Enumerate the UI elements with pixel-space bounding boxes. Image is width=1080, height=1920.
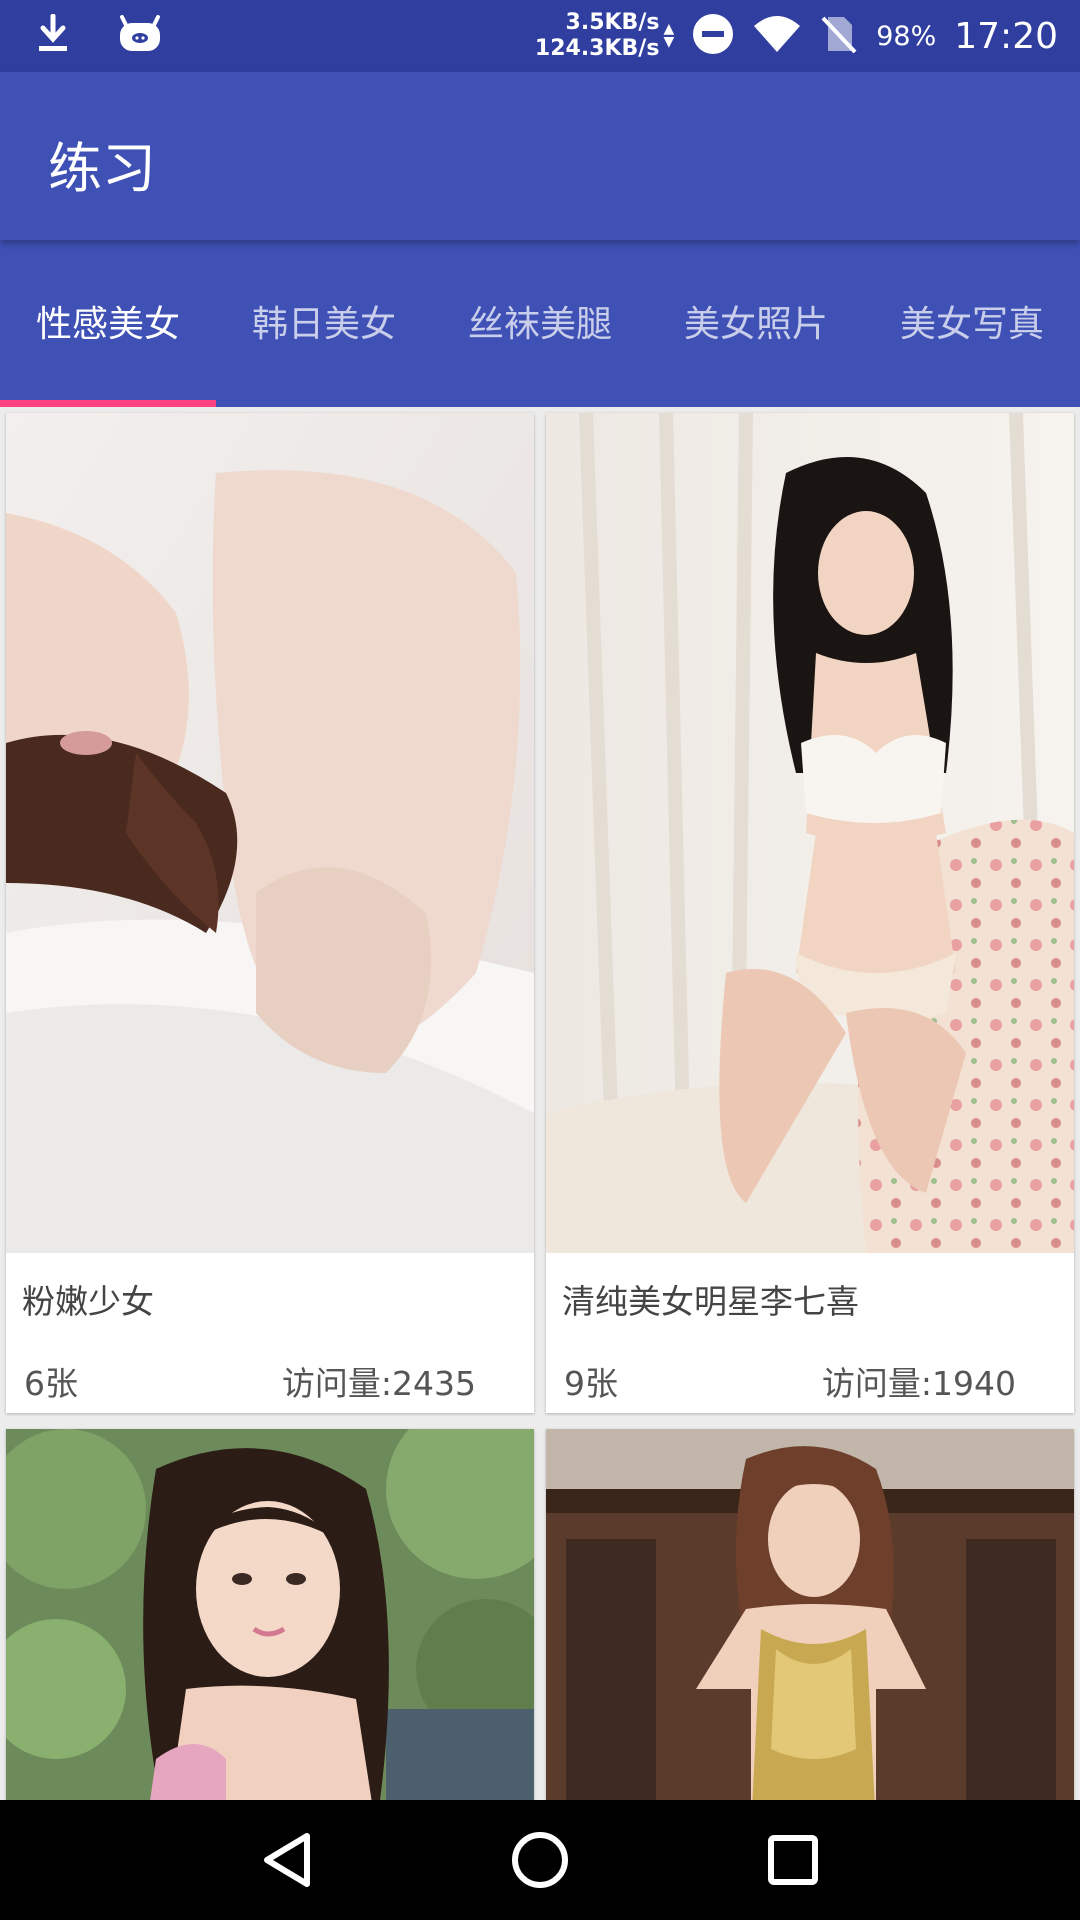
album-title: 粉嫩少女 [22, 1282, 154, 1321]
album-photo [546, 413, 1074, 1253]
notification-app-icon [118, 15, 162, 57]
net-down-text: 124.3KB/s [534, 36, 660, 61]
album-photo [546, 1429, 1074, 1800]
album-photo-count: 9张 [564, 1364, 618, 1403]
album-view-count: 访问量:2435 [281, 1364, 476, 1403]
no-sim-icon [820, 13, 858, 59]
tab-bar: 性感美女 韩日美女 丝袜美腿 美女照片 美女写真 [0, 240, 1080, 407]
album-card[interactable] [546, 1429, 1074, 1800]
home-icon[interactable] [500, 1820, 580, 1900]
album-photo-count: 6张 [24, 1364, 78, 1403]
album-photo [6, 1429, 534, 1800]
tab-portraits[interactable]: 美女写真 [864, 240, 1080, 402]
net-up-text: 3.5KB/s [565, 10, 660, 35]
status-bar: 3.5KB/s 124.3KB/s ▲ ▼ 98% 17:20 [0, 0, 1080, 72]
album-card[interactable]: 清纯美女明星李七喜 9张 访问量:1940 [546, 413, 1074, 1413]
status-right: 3.5KB/s 124.3KB/s ▲ ▼ 98% 17:20 [535, 0, 1058, 72]
album-photo [6, 413, 534, 1253]
status-left [36, 13, 162, 58]
album-view-count: 访问量:1940 [821, 1364, 1016, 1403]
app-title: 练习 [48, 137, 156, 200]
recents-icon[interactable] [753, 1820, 833, 1900]
back-icon[interactable] [247, 1820, 327, 1900]
tab-stockings[interactable]: 丝袜美腿 [432, 240, 648, 402]
network-speed: 3.5KB/s 124.3KB/s ▲ ▼ [535, 10, 674, 62]
dnd-icon [692, 13, 734, 59]
battery-percent: 98% [876, 20, 937, 52]
tab-sexy[interactable]: 性感美女 [0, 240, 216, 402]
tab-photos[interactable]: 美女照片 [648, 240, 864, 402]
tab-indicator [0, 400, 216, 407]
clock: 17:20 [954, 15, 1058, 57]
album-card[interactable] [6, 1429, 534, 1800]
net-arrows-icon: ▲ ▼ [663, 21, 675, 50]
app-bar: 练习 [0, 72, 1080, 240]
download-icon [36, 13, 70, 58]
album-card[interactable]: 粉嫩少女 6张 访问量:2435 [6, 413, 534, 1413]
wifi-icon [752, 14, 802, 58]
tab-korean-japanese[interactable]: 韩日美女 [216, 240, 432, 402]
screen: 3.5KB/s 124.3KB/s ▲ ▼ 98% 17:20 练习 性感美女 … [0, 0, 1080, 1920]
system-nav-bar [0, 1800, 1080, 1920]
album-grid: 粉嫩少女 6张 访问量:2435 清纯美女明星李七喜 9张 访问量:1940 [0, 407, 1080, 1800]
album-title: 清纯美女明星李七喜 [562, 1282, 859, 1321]
